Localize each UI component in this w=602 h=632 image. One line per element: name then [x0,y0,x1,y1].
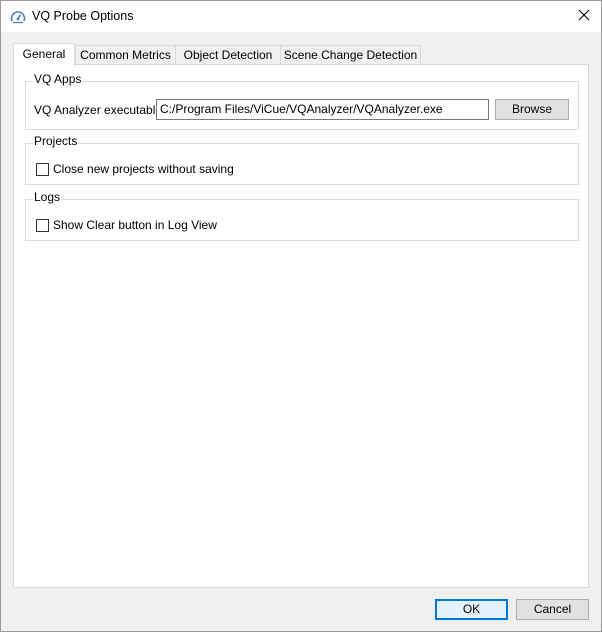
analyzer-path-input[interactable]: C:/Program Files/ViCue/VQAnalyzer/VQAnal… [156,99,489,120]
tab-common-metrics[interactable]: Common Metrics [75,45,176,64]
speedometer-icon [10,9,26,25]
close-icon [578,9,590,24]
close-without-saving-label[interactable]: Close new projects without saving [53,162,234,176]
tab-general[interactable]: General [13,43,75,66]
cancel-button[interactable]: Cancel [516,599,589,620]
logs-group-title: Logs [33,190,62,204]
tab-scene-change-detection[interactable]: Scene Change Detection [280,45,421,64]
projects-group-title: Projects [33,134,79,148]
tab-object-detection[interactable]: Object Detection [175,45,281,64]
vq-apps-group-title: VQ Apps [33,72,83,86]
ok-button[interactable]: OK [435,599,508,620]
close-button[interactable] [567,1,601,32]
window-title: VQ Probe Options [32,9,134,23]
title-bar: VQ Probe Options [1,1,601,32]
browse-button[interactable]: Browse [495,99,569,120]
options-dialog: VQ Probe Options General Common Metrics … [0,0,602,632]
show-clear-button-checkbox[interactable] [36,219,49,232]
vq-apps-group: VQ Apps VQ Analyzer executable C:/Progra… [25,72,579,130]
analyzer-executable-label: VQ Analyzer executable [34,103,163,117]
close-without-saving-checkbox[interactable] [36,163,49,176]
logs-group: Logs Show Clear button in Log View [25,190,579,241]
show-clear-button-label[interactable]: Show Clear button in Log View [53,218,217,232]
general-tab-panel: VQ Apps VQ Analyzer executable C:/Progra… [13,64,589,588]
projects-group: Projects Close new projects without savi… [25,134,579,185]
